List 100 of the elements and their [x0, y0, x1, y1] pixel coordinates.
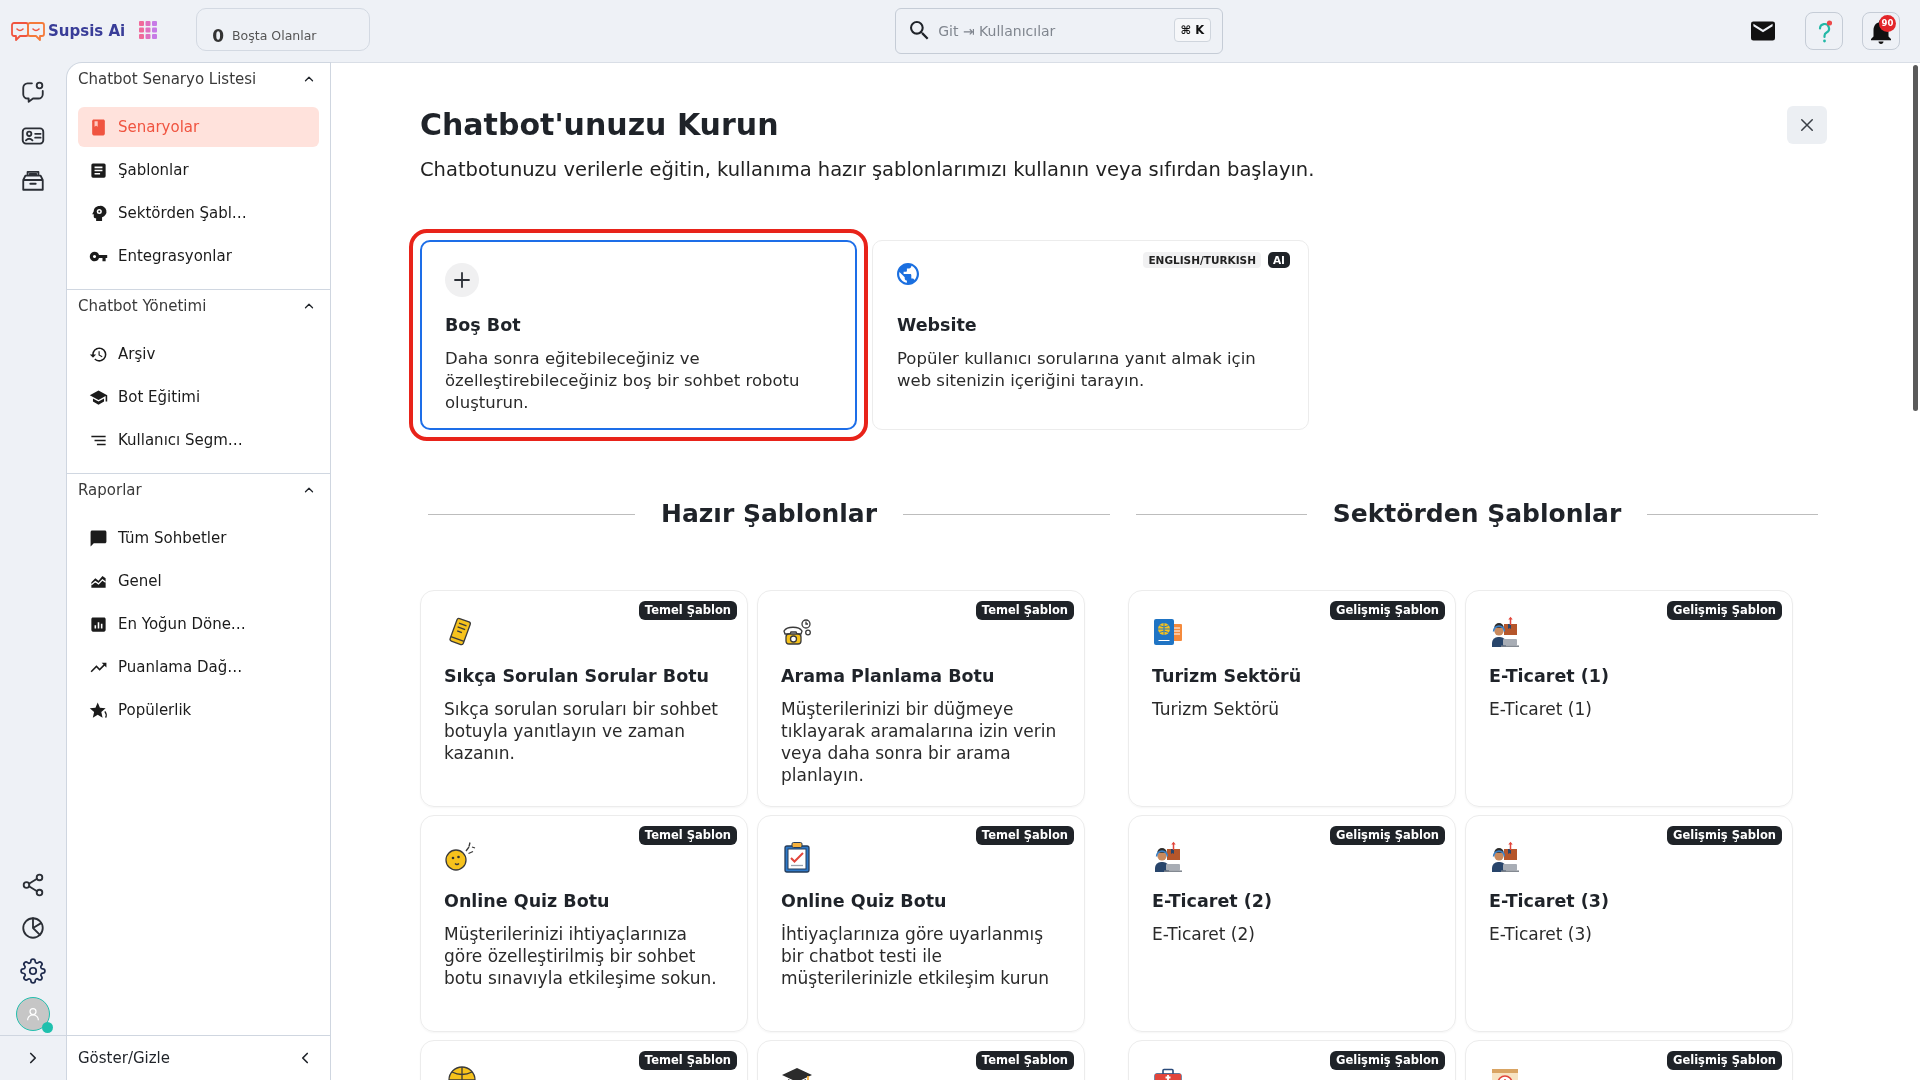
- template-title: Online Quiz Botu: [444, 890, 611, 913]
- ai-label: AI: [1267, 252, 1290, 268]
- template-title: Arama Planlama Botu: [781, 665, 996, 688]
- template-description: E-Ticaret (2): [1152, 923, 1256, 945]
- template-description: Sıkça sorulan soruları bir sohbet botuyla yanıtlayın ve zaman kazanın.: [444, 698, 719, 764]
- template-description: E-Ticaret (3): [1489, 923, 1593, 945]
- template-card[interactable]: Temel Şablon: [420, 1040, 748, 1080]
- star-icon: [89, 700, 108, 720]
- notifications-button[interactable]: 90: [1862, 12, 1900, 50]
- document-icon: [89, 160, 108, 180]
- template-description: Müşterilerinizi ihtiyaçlarınıza göre özelleştirilmiş bir sohbet botu sınavıyla etkileşime sokun.: [444, 923, 718, 989]
- template-card[interactable]: Gelişmiş Şablon Turizm Sektörü Turizm Sektörü: [1128, 590, 1456, 807]
- idle-count: 0: [212, 26, 225, 46]
- template-card[interactable]: Gelişmiş Şablon E-Ticaret (3) E-Ticaret (3): [1465, 815, 1793, 1032]
- close-button[interactable]: [1787, 106, 1827, 144]
- option-title: Website: [897, 314, 978, 337]
- option-description: Daha sonra eğitebileceğiniz ve özelleştirebileceğiniz boş bir sohbet robotu oluşturun.: [445, 348, 801, 414]
- template-title: E-Ticaret (3): [1489, 890, 1610, 913]
- sidebar-item[interactable]: Popülerlik: [78, 690, 319, 730]
- bar-chart-icon: [89, 614, 108, 634]
- template-title: E-Ticaret (1): [1489, 665, 1610, 688]
- template-tier-label: Gelişmiş Şablon: [1329, 826, 1445, 845]
- support-agent-icon: [1152, 841, 1184, 873]
- template-card[interactable]: Gelişmiş Şablon: [1465, 1040, 1793, 1080]
- logo-icon: [11, 20, 45, 42]
- settings-icon[interactable]: [20, 957, 46, 984]
- template-tier-label: Temel Şablon: [638, 1051, 737, 1070]
- page-title: Chatbot'unuzu Kurun: [420, 106, 779, 144]
- help-icon: [1816, 19, 1832, 43]
- template-title: Sıkça Sorulan Sorular Botu: [444, 665, 711, 688]
- option-title: Boş Bot: [445, 314, 522, 337]
- option-description: Popüler kullanıcı sorularına yanıt almak için web sitenizin içeriğini tarayın.: [897, 348, 1257, 392]
- chat-bubble-icon[interactable]: [20, 79, 46, 105]
- brand-name: Supsis Ai: [48, 21, 126, 41]
- template-tier-label: Gelişmiş Şablon: [1666, 826, 1782, 845]
- template-card[interactable]: Temel Şablon Online Quiz Botu İhtiyaçlarınıza göre uyarlanmış bir chatbot testi ile müşterilerinizle etkileşim kurun: [757, 815, 1085, 1032]
- start-option-card[interactable]: ENGLISH/TURKISH AI Website Popüler kullanıcı sorularına yanıt almak için web sitenizin içeriğini tarayın.: [872, 240, 1309, 430]
- section-title: Hazır Şablonlar: [661, 498, 877, 530]
- sidebar-item[interactable]: Genel: [78, 561, 319, 601]
- template-title: Turizm Sektörü: [1152, 665, 1303, 688]
- template-card[interactable]: Gelişmiş Şablon: [1128, 1040, 1456, 1080]
- close-icon: [1798, 116, 1816, 134]
- template-description: E-Ticaret (1): [1489, 698, 1593, 720]
- template-title: Online Quiz Botu: [781, 890, 948, 913]
- template-tier-label: Temel Şablon: [638, 601, 737, 620]
- template-tier-label: Temel Şablon: [638, 826, 737, 845]
- page-subtitle: Chatbotunuzu verilerle eğitin, kullanıma hazır şablonlarımızı kullanın veya sıfırdan başlayın.: [420, 158, 1316, 182]
- search-icon: [910, 21, 930, 40]
- telephone-icon: [781, 616, 813, 648]
- template-title: E-Ticaret (2): [1152, 890, 1273, 913]
- template-description: Müşterilerinizi bir düğmeye tıklayarak aramalarına izin verin veya daha sonra bir arama planlayın.: [781, 698, 1058, 786]
- sidebar-item[interactable]: Kullanıcı Segm…: [78, 420, 319, 460]
- template-card[interactable]: Temel Şablon Online Quiz Botu Müşterilerinizi ihtiyaçlarınıza göre özelleştirilmiş bir sohbet botu sınavıyla etkileşime sokun.: [420, 815, 748, 1032]
- scrollbar[interactable]: [1913, 65, 1918, 411]
- sidebar-item[interactable]: Entegrasyonlar: [78, 236, 319, 276]
- start-option-card[interactable]: Boş Bot Daha sonra eğitebileceğiniz ve özelleştirebileceğiniz boş bir sohbet robotu oluşturun.: [420, 240, 857, 430]
- notification-count: 90: [1879, 15, 1896, 32]
- graduation-cap-icon: [89, 387, 108, 407]
- sidebar-item[interactable]: Tüm Sohbetler: [78, 518, 319, 558]
- template-card[interactable]: Temel Şablon: [757, 1040, 1085, 1080]
- section-header[interactable]: Raporlar: [67, 474, 330, 506]
- clipboard-icon: [781, 841, 813, 873]
- mail-icon[interactable]: [1751, 21, 1775, 41]
- book-icon: [89, 117, 108, 137]
- toggle-sidebar-button[interactable]: Göster/Gizle: [67, 1036, 330, 1080]
- template-tier-label: Gelişmiş Şablon: [1329, 1051, 1445, 1070]
- template-description: İhtiyaçlarınıza göre uyarlanmış bir chatbot testi ile müşterilerinizle etkileşim kurun: [781, 923, 1050, 989]
- template-tier-label: Gelişmiş Şablon: [1329, 601, 1445, 620]
- sidebar-item[interactable]: En Yoğun Döne…: [78, 604, 319, 644]
- emoji-icon: [444, 841, 476, 873]
- template-tier-label: Temel Şablon: [975, 601, 1074, 620]
- section-header[interactable]: Chatbot Yönetimi: [67, 290, 330, 322]
- idle-label: Boşta Olanlar: [232, 28, 317, 45]
- section-title: Sektörden Şablonlar: [1332, 498, 1622, 530]
- history-icon: [89, 344, 108, 364]
- template-card[interactable]: Gelişmiş Şablon E-Ticaret (2) E-Ticaret (2): [1128, 815, 1456, 1032]
- template-description: Turizm Sektörü: [1152, 698, 1281, 720]
- template-tier-label: Gelişmiş Şablon: [1666, 1051, 1782, 1070]
- sidebar-item[interactable]: Bot Eğitimi: [78, 377, 319, 417]
- shortcut-key: ⌘ K: [1173, 18, 1212, 42]
- globe-icon: [897, 263, 919, 285]
- passport-icon: [1152, 616, 1184, 648]
- template-tier-label: Temel Şablon: [975, 826, 1074, 845]
- template-card[interactable]: Temel Şablon Sıkça Sorulan Sorular Botu Sıkça sorulan soruları bir sohbet botuyla yanıtlayın ve zaman kazanın.: [420, 590, 748, 807]
- share-icon[interactable]: [20, 871, 46, 898]
- support-agent-icon: [1489, 616, 1521, 648]
- pie-chart-icon[interactable]: [20, 914, 46, 941]
- template-tier-label: Temel Şablon: [975, 1051, 1074, 1070]
- sidebar-item[interactable]: Şablonlar: [78, 150, 319, 190]
- sidebar-item[interactable]: Arşiv: [78, 334, 319, 374]
- sidebar-item[interactable]: Puanlama Dağ…: [78, 647, 319, 687]
- template-tier-label: Gelişmiş Şablon: [1666, 601, 1782, 620]
- apps-grid-icon[interactable]: [139, 20, 158, 39]
- sidebar-item[interactable]: Sektörden Şabl…: [78, 193, 319, 233]
- section-header[interactable]: Chatbot Senaryo Listesi: [67, 63, 330, 95]
- support-agent-icon: [1489, 841, 1521, 873]
- language-label: ENGLISH/TURKISH: [1143, 252, 1261, 268]
- template-card[interactable]: Temel Şablon Arama Planlama Botu Müşterilerinizi bir düğmeye tıklayarak aramalarına izin verin veya daha sonra bir arama planlayın.: [757, 590, 1085, 807]
- template-card[interactable]: Gelişmiş Şablon E-Ticaret (1) E-Ticaret (1): [1465, 590, 1793, 807]
- chat-bubble-icon: [89, 528, 108, 548]
